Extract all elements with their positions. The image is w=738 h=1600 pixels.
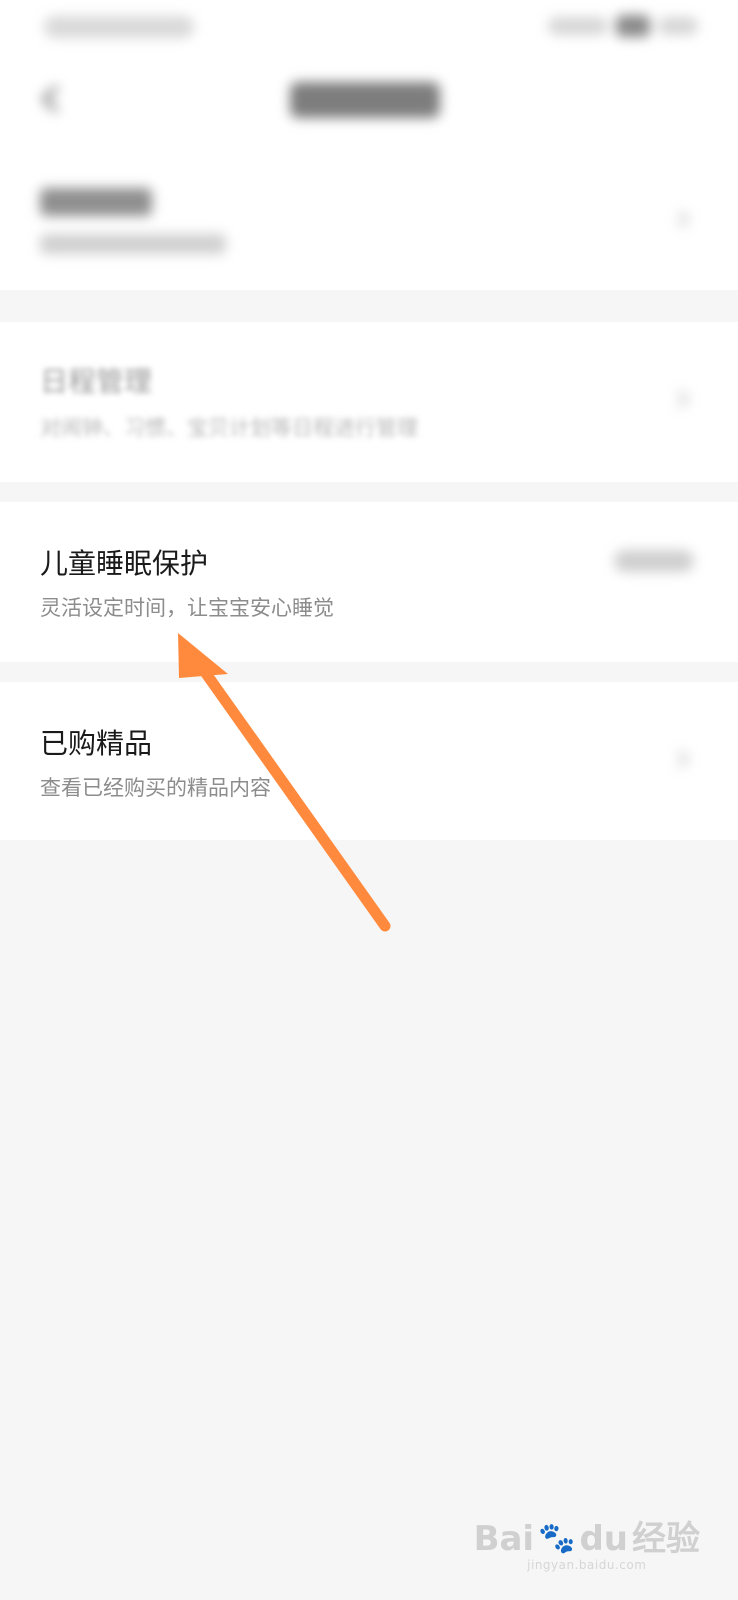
watermark-logo-du: du: [579, 1519, 628, 1559]
wifi-icon: [658, 17, 698, 35]
settings-item-title: 日程管理: [40, 365, 153, 398]
settings-item-title: 儿童睡眠保护: [40, 547, 209, 580]
status-icons: [528, 14, 698, 38]
top-nav-bar: [0, 60, 738, 150]
battery-icon: [616, 15, 650, 37]
baidu-jingyan-watermark: Bai 🐾 du 经验 jingyan.baidu.com: [474, 1520, 700, 1572]
settings-item-child-sleep[interactable]: 儿童睡眠保护 灵活设定时间，让宝宝安心睡觉: [0, 502, 738, 662]
signal-icon: [548, 17, 608, 35]
status-time: [44, 16, 194, 38]
status-badge-text: [614, 550, 694, 572]
watermark-logo-bai: Bai: [473, 1519, 535, 1559]
settings-item-subtitle: 查看已经购买的精品内容: [40, 776, 271, 800]
settings-item-subtitle: [40, 234, 226, 254]
settings-item-subtitle: 灵活设定时间，让宝宝安心睡觉: [40, 596, 334, 620]
settings-item-purchased[interactable]: 已购精品 查看已经购买的精品内容: [0, 682, 738, 840]
chevron-right-icon: [672, 208, 694, 230]
watermark-logo-cn: 经验: [632, 1519, 700, 1559]
watermark-url: jingyan.baidu.com: [527, 1558, 647, 1572]
settings-item-blurred[interactable]: [0, 150, 738, 290]
settings-item-schedule[interactable]: 日程管理 对闹钟、习惯、宝贝计划等日程进行管理: [0, 322, 738, 482]
settings-item-subtitle: 对闹钟、习惯、宝贝计划等日程进行管理: [40, 416, 418, 440]
chevron-right-icon: [672, 388, 694, 410]
settings-item-title: [40, 188, 152, 216]
chevron-right-icon: [672, 748, 694, 770]
status-bar: [0, 0, 738, 60]
paw-icon: 🐾: [538, 1521, 576, 1556]
status-badge: [574, 546, 694, 576]
page-title: [290, 82, 440, 118]
settings-item-title: 已购精品: [40, 727, 153, 760]
watermark-logo: Bai 🐾 du 经验: [474, 1520, 700, 1558]
back-arrow-icon[interactable]: [34, 82, 68, 116]
